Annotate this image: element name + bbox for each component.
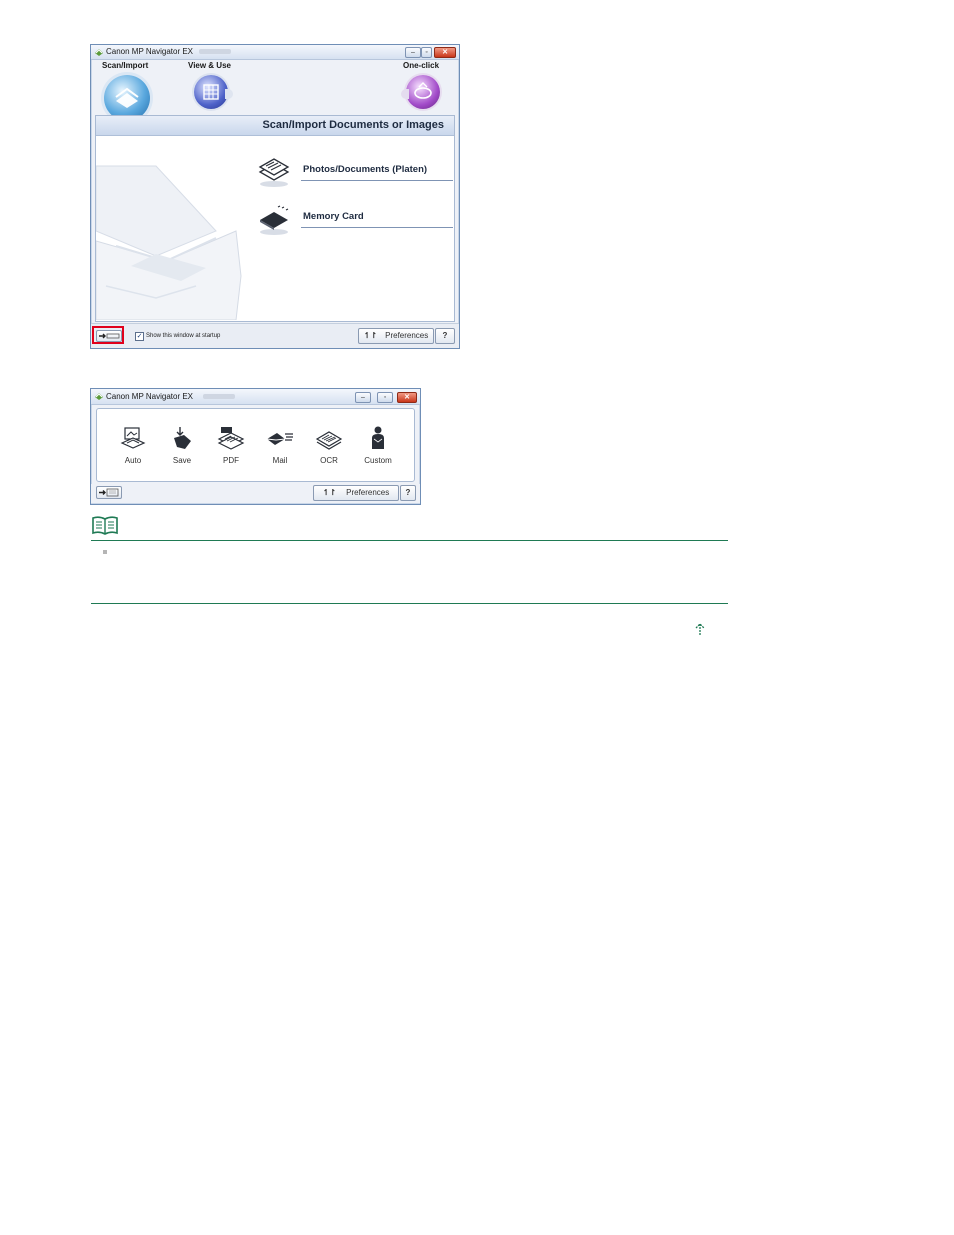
tab-one-click-label: One-click <box>403 61 440 70</box>
tool-pdf-label: PDF <box>223 456 239 465</box>
preferences-label: Preferences <box>346 488 390 497</box>
menu-item-memory-card[interactable]: Memory Card <box>303 211 364 222</box>
show-at-startup-label: Show this window at startup <box>146 333 221 339</box>
app-icon <box>95 49 103 56</box>
tab-view-use[interactable] <box>194 75 228 109</box>
tool-save-label: Save <box>172 456 192 465</box>
close-button[interactable]: ✕ <box>397 392 417 403</box>
save-icon <box>174 427 191 449</box>
show-at-startup-checkbox[interactable]: ✓ <box>135 332 144 341</box>
preferences-button[interactable]: ↿↾ Preferences <box>313 485 399 501</box>
switch-main-menu-button[interactable] <box>96 486 122 499</box>
note-bullet <box>103 550 107 554</box>
switch-compact-mode-button[interactable] <box>96 330 122 342</box>
pdf-icon <box>217 427 245 450</box>
help-button[interactable]: ? <box>435 328 455 344</box>
app-icon <box>95 393 103 400</box>
preferences-button[interactable]: ↿↾ Preferences <box>358 328 434 344</box>
arrow-right-icon <box>99 333 120 339</box>
tool-ocr-label: OCR <box>320 456 338 465</box>
model-name-blur <box>199 49 231 54</box>
window-title: Canon MP Navigator EX <box>106 392 194 401</box>
main-menu-window: Canon MP Navigator EX – ◦ ✕ Scan/Import … <box>90 44 460 349</box>
tab-view-use-label: View & Use <box>188 61 231 70</box>
menu-item-photos-documents[interactable]: Photos/Documents (Platen) <box>303 164 427 175</box>
note-bottom-rule <box>91 603 728 604</box>
tool-custom-label: Custom <box>364 456 392 465</box>
scan-import-panel: Scan/Import Documents or Images Photos/D… <box>95 115 455 322</box>
title-bar[interactable]: Canon MP Navigator EX – ◦ ✕ <box>91 389 420 405</box>
compact-mode-window: Canon MP Navigator EX – ◦ ✕ Auto Save PD… <box>90 388 421 505</box>
tool-mail-label: Mail <box>272 456 288 465</box>
panel-title: Scan/Import Documents or Images <box>262 119 444 131</box>
tool-ocr[interactable]: OCR <box>307 425 351 466</box>
title-bar[interactable]: Canon MP Navigator EX – ◦ ✕ <box>91 45 459 60</box>
help-button[interactable]: ? <box>400 485 416 501</box>
tab-scan-import-label: Scan/Import <box>102 61 149 70</box>
minimize-button[interactable]: – <box>405 47 421 58</box>
tool-auto[interactable]: Auto <box>111 425 155 466</box>
tool-auto-label: Auto <box>124 456 142 465</box>
memory-card-icon <box>260 205 289 235</box>
minimize-button[interactable]: – <box>355 392 371 403</box>
tool-panel: Auto Save PDF Mail OCR Custom <box>96 408 415 482</box>
window-footer: ✓ Show this window at startup ↿↾ Preferen… <box>91 323 459 348</box>
model-name-blur <box>203 394 235 399</box>
panel-header: Scan/Import Documents or Images <box>96 116 454 136</box>
preferences-label: Preferences <box>385 331 429 340</box>
mail-icon <box>266 433 293 445</box>
maximize-button[interactable]: ◦ <box>377 392 393 403</box>
tool-mail[interactable]: Mail <box>258 425 302 466</box>
grid-icon <box>203 84 219 100</box>
note-top-rule <box>91 540 728 541</box>
page-top-icon[interactable] <box>694 622 706 636</box>
tool-pdf[interactable]: PDF <box>209 425 253 466</box>
menu-item-underline <box>301 180 453 181</box>
preferences-icon: ↿↾ <box>322 488 337 497</box>
tab-view-use-nub <box>225 89 233 99</box>
preferences-icon: ↿↾ <box>363 331 378 340</box>
ocr-icon <box>315 431 343 450</box>
auto-scan-icon <box>120 427 146 449</box>
custom-icon <box>372 426 384 449</box>
tool-save[interactable]: Save <box>160 425 204 466</box>
maximize-button[interactable]: ◦ <box>421 47 432 58</box>
menu-item-underline <box>301 227 453 228</box>
tab-one-click[interactable] <box>406 75 440 109</box>
note-icon <box>92 516 118 535</box>
window-title: Canon MP Navigator EX <box>106 47 194 56</box>
scanner-illustration <box>96 165 242 320</box>
close-button[interactable]: ✕ <box>434 47 456 58</box>
tab-one-click-nub <box>401 89 409 99</box>
one-click-icon <box>414 82 432 99</box>
tool-custom[interactable]: Custom <box>356 425 400 466</box>
arrow-right-icon <box>99 488 119 497</box>
documents-stack-icon <box>258 158 290 187</box>
window-footer: ↿↾ Preferences ? <box>91 484 420 503</box>
